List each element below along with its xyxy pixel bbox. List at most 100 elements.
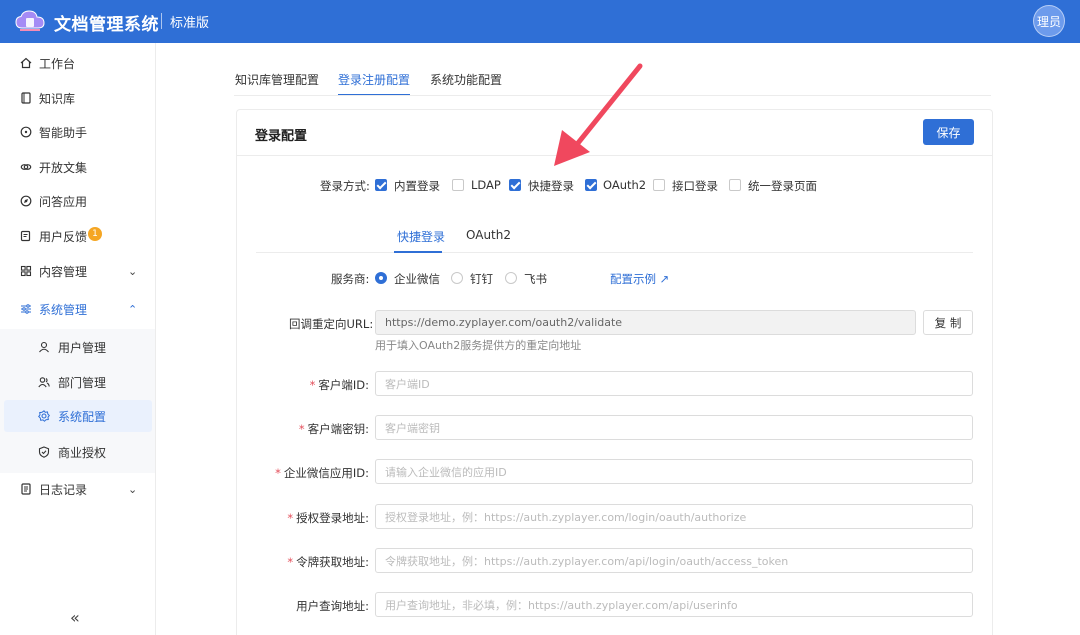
cloud-logo-icon <box>15 10 45 31</box>
sidebar-item-qa-app[interactable]: 问答应用 <box>0 184 155 218</box>
radio-wecom[interactable] <box>375 272 387 284</box>
sidebar-item-open-docs[interactable]: 开放文集 <box>0 150 155 184</box>
sidebar-subitem-label: 商业授权 <box>58 445 107 460</box>
option-label: 快捷登录 <box>528 179 574 193</box>
callback-url-label: 回调重定向URL: <box>289 317 374 331</box>
option-label: 内置登录 <box>394 179 440 193</box>
team-icon <box>38 377 50 388</box>
wecom-app-id-input[interactable]: 请输入企业微信的应用ID <box>375 459 973 484</box>
userinfo-url-input[interactable]: 用户查询地址，非必填，例：https://auth.zyplayer.com/a… <box>375 592 973 617</box>
sidebar-item-label: 用户反馈 <box>39 229 88 244</box>
home-icon <box>20 57 32 69</box>
annotation-arrow-icon <box>554 63 643 166</box>
authorize-url-input[interactable]: 授权登录地址，例：https://auth.zyplayer.com/login… <box>375 504 973 529</box>
sidebar-item-feedback[interactable]: 用户反馈 <box>0 219 155 253</box>
edition-label: 标准版 <box>170 16 210 31</box>
sidebar-item-logs[interactable]: 日志记录 ⌄ <box>0 472 155 506</box>
shield-icon <box>38 446 50 458</box>
tab-login-register-config[interactable]: 登录注册配置 <box>338 71 411 96</box>
sidebar-item-label: 工作台 <box>39 56 76 71</box>
client-secret-input[interactable]: 客户端密钥 <box>375 415 973 440</box>
token-url-label: * 令牌获取地址: <box>287 555 369 569</box>
client-id-input[interactable]: 客户端ID <box>375 371 973 396</box>
client-id-label: * 客户端ID: <box>309 378 369 392</box>
sidebar-item-label: 日志记录 <box>39 482 88 497</box>
card-title: 登录配置 <box>255 129 308 144</box>
checkbox-ldap[interactable] <box>452 179 464 191</box>
sidebar: 工作台 知识库 智能助手 开放文集 问答应用 用户反馈 1 内容管理 ⌄ 系统管… <box>0 43 156 635</box>
sidebar-subitem-label: 部门管理 <box>58 375 107 390</box>
compass-icon <box>20 195 32 207</box>
sidebar-item-label: 智能助手 <box>39 125 88 140</box>
option-label: LDAP <box>471 178 501 192</box>
sidebar-item-system-mgmt[interactable]: 系统管理 ⌃ <box>0 292 155 326</box>
sliders-icon <box>21 304 31 314</box>
sidebar-item-content-mgmt[interactable]: 内容管理 ⌄ <box>0 254 155 288</box>
token-url-input[interactable]: 令牌获取地址，例：https://auth.zyplayer.com/api/l… <box>375 548 973 573</box>
callback-url-hint: 用于填入OAuth2服务提供方的重定向地址 <box>375 339 582 352</box>
sidebar-item-label: 问答应用 <box>39 194 88 209</box>
link-text: 配置示例 <box>610 272 656 286</box>
provider-label: 服务商: <box>331 272 370 286</box>
feedback-count-badge: 1 <box>88 227 102 241</box>
option-label: 统一登录页面 <box>748 179 817 193</box>
tab-quick-login[interactable]: 快捷登录 <box>397 228 445 245</box>
userinfo-url-label: 用户查询地址: <box>296 599 369 613</box>
user-avatar[interactable]: 理员 <box>1033 5 1065 37</box>
option-label: 飞书 <box>524 272 547 286</box>
sidebar-item-label: 内容管理 <box>39 264 88 279</box>
collapse-sidebar-icon[interactable]: « <box>70 608 80 627</box>
checkbox-unified-login-page[interactable] <box>729 179 741 191</box>
feedback-icon <box>20 230 31 242</box>
option-label: OAuth2 <box>603 178 647 192</box>
wecom-app-id-label: * 企业微信应用ID: <box>275 466 369 480</box>
option-label: 企业微信 <box>394 272 440 286</box>
sidebar-subitem-departments[interactable]: 部门管理 <box>0 365 155 399</box>
sidebar-subitem-system-config[interactable]: 系统配置 <box>4 400 152 432</box>
tab-knowledge-config[interactable]: 知识库管理配置 <box>235 71 319 97</box>
callback-url-field: https://demo.zyplayer.com/oauth2/validat… <box>375 310 916 335</box>
checkbox-oauth2[interactable] <box>585 179 597 191</box>
checkbox-builtin-login[interactable] <box>375 179 387 191</box>
option-label: 钉钉 <box>470 272 493 286</box>
inner-tabs-divider <box>256 252 973 253</box>
chat-icon <box>20 126 32 138</box>
sidebar-subitem-users[interactable]: 用户管理 <box>0 330 155 364</box>
sidebar-item-label: 知识库 <box>39 91 76 106</box>
copy-button[interactable]: 复 制 <box>923 310 973 335</box>
app-title: 文档管理系统 <box>54 15 159 35</box>
grid-icon <box>20 265 32 277</box>
inner-tab-active-indicator <box>394 251 442 253</box>
tab-system-function-config[interactable]: 系统功能配置 <box>430 71 502 97</box>
tab-oauth2[interactable]: OAuth2 <box>466 228 511 242</box>
book-icon <box>21 92 31 104</box>
config-example-link[interactable]: 配置示例 ↗ <box>610 271 669 287</box>
sidebar-subitem-license[interactable]: 商业授权 <box>0 435 155 469</box>
login-methods-label: 登录方式: <box>320 179 370 193</box>
sidebar-subitem-label: 用户管理 <box>58 340 107 355</box>
sidebar-item-assistant[interactable]: 智能助手 <box>0 115 155 149</box>
gear-icon <box>38 410 50 422</box>
save-button[interactable]: 保存 <box>923 119 974 145</box>
external-link-icon: ↗ <box>659 272 670 286</box>
sidebar-item-label: 开放文集 <box>39 160 88 175</box>
client-secret-label: * 客户端密钥: <box>298 422 369 436</box>
top-header: 文档管理系统 标准版 理员 <box>0 0 1080 43</box>
authorize-url-label: * 授权登录地址: <box>287 511 369 525</box>
user-icon <box>39 341 49 353</box>
chevron-down-icon: ⌄ <box>128 482 138 496</box>
radio-feishu[interactable] <box>505 272 517 284</box>
chevron-down-icon: ⌄ <box>128 264 138 278</box>
chevron-up-icon: ⌃ <box>128 302 138 316</box>
radio-dingtalk[interactable] <box>451 272 463 284</box>
title-divider <box>161 13 162 29</box>
sidebar-subitem-label: 系统配置 <box>58 409 107 424</box>
checkbox-quick-login[interactable] <box>509 179 521 191</box>
option-label: 接口登录 <box>672 179 718 193</box>
checkbox-api-login[interactable] <box>653 179 665 191</box>
sidebar-item-workbench[interactable]: 工作台 <box>0 46 155 80</box>
sidebar-item-knowledge-base[interactable]: 知识库 <box>0 81 155 115</box>
link-icon <box>20 164 32 170</box>
log-icon <box>21 483 31 495</box>
sidebar-item-label: 系统管理 <box>39 302 88 317</box>
